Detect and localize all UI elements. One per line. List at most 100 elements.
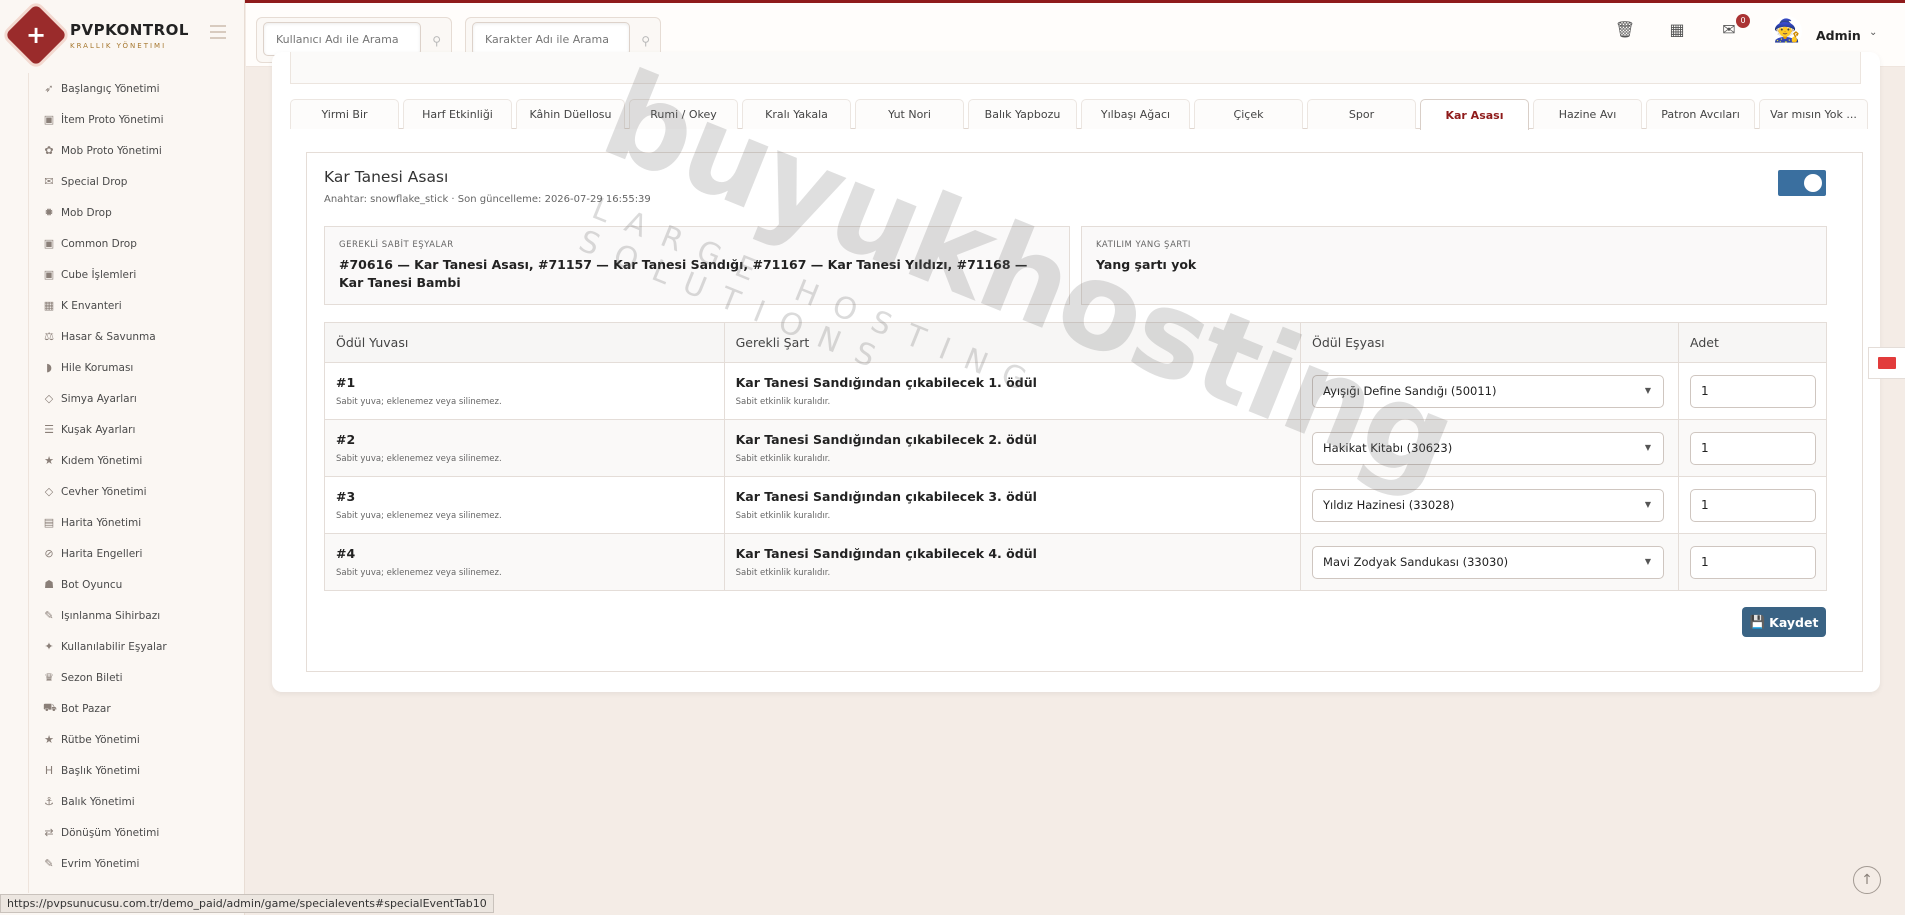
character-search-input[interactable] — [472, 22, 630, 56]
table-row: #4 Sabit yuva; eklenemez veya silinemez. K… — [324, 533, 1828, 591]
sidebar-item[interactable]: ♛ Sezon Bileti — [29, 662, 228, 693]
tab[interactable]: Hazine Avı — [1533, 99, 1642, 129]
sidebar-item[interactable]: ▦ K Envanteri — [29, 290, 228, 321]
sidebar-item[interactable]: ⇄ Dönüşüm Yönetimi — [29, 817, 228, 848]
avatar[interactable]: 🧙 — [1772, 16, 1802, 46]
sidebar-item[interactable]: H Başlık Yönetimi — [29, 755, 228, 786]
sidebar-item[interactable]: ✉ Special Drop — [29, 166, 228, 197]
sidebar-item[interactable]: ▤ Harita Yönetimi — [29, 507, 228, 538]
sidebar: + PVPKONTROL KRALLIK YÖNETIMI ➶ Başlangıç… — [0, 0, 245, 915]
star-icon: ★ — [44, 454, 54, 467]
sidebar-item-label: Harita Engelleri — [61, 547, 143, 560]
quantity-input[interactable] — [1689, 545, 1816, 579]
sidebar-item-label: Hile Koruması — [61, 361, 134, 374]
qty-cell — [1677, 533, 1828, 591]
admin-name[interactable]: Admin — [1816, 28, 1861, 43]
sidebar-item[interactable]: ▣ Common Drop — [29, 228, 228, 259]
sidebar-item[interactable]: ✦ Kullanılabilir Eşyalar — [29, 631, 228, 662]
status-bar-url: https://pvpsunucusu.com.tr/demo_paid/adm… — [0, 894, 494, 913]
chevron-down-icon: ▼ — [1644, 442, 1652, 452]
save-button[interactable]: 💾 Kaydet — [1742, 607, 1826, 637]
sidebar-item[interactable]: ⊘ Harita Engelleri — [29, 538, 228, 569]
sidebar-item[interactable]: ☰ Kuşak Ayarları — [29, 414, 228, 445]
mail-count-badge: 0 — [1736, 14, 1750, 28]
tab[interactable]: Yılbaşı Ağacı — [1081, 99, 1190, 129]
tab[interactable]: Harf Etkinliği — [403, 99, 512, 129]
reward-item-select[interactable]: Hakikat Kitabı (30623) ▼ — [1312, 431, 1665, 465]
trophy-icon: ♛ — [44, 671, 54, 684]
reward-item-value: Hakikat Kitabı (30623) — [1323, 441, 1453, 455]
sidebar-item[interactable]: ☗ Bot Oyuncu — [29, 569, 228, 600]
tab[interactable]: Yirmi Bir — [290, 99, 399, 129]
tab[interactable]: Kralı Yakala — [742, 99, 851, 129]
sidebar-item[interactable]: ▣ İtem Proto Yönetimi — [29, 104, 228, 135]
condition-note: Sabit etkinlik kuralıdır. — [735, 568, 831, 578]
sidebar-item-label: Special Drop — [61, 175, 128, 188]
sidebar-item[interactable]: ⚖ Hasar & Savunma — [29, 321, 228, 352]
sidebar-item[interactable]: ◗ Hile Koruması — [29, 352, 228, 383]
sidebar-item[interactable]: ⚓ Balık Yönetimi — [29, 786, 228, 817]
brand[interactable]: + PVPKONTROL KRALLIK YÖNETIMI — [0, 3, 245, 67]
sidebar-item-label: Simya Ayarları — [61, 392, 137, 405]
condition-cell: Kar Tanesi Sandığından çıkabilecek 2. öd… — [723, 419, 1302, 477]
tab[interactable]: Spor — [1307, 99, 1416, 129]
user-search-input[interactable] — [263, 22, 421, 56]
chevron-down-icon[interactable]: ⌄ — [1869, 27, 1877, 38]
tab[interactable]: Çiçek — [1194, 99, 1303, 129]
quantity-input[interactable] — [1689, 431, 1816, 465]
event-enabled-toggle[interactable] — [1778, 170, 1826, 196]
table-row: #1 Sabit yuva; eklenemez veya silinemez. K… — [324, 362, 1828, 420]
condition-cell: Kar Tanesi Sandığından çıkabilecek 4. öd… — [723, 533, 1302, 591]
reward-item-select[interactable]: Ayışığı Define Sandığı (50011) ▼ — [1312, 374, 1665, 408]
qty-cell — [1677, 476, 1828, 534]
tab[interactable]: Patron Avcıları — [1646, 99, 1755, 129]
sidebar-item-label: Kıdem Yönetimi — [61, 454, 143, 467]
tab[interactable]: Balık Yapbozu — [968, 99, 1077, 129]
sidebar-item[interactable]: ✎ Evrim Yönetimi — [29, 848, 228, 879]
tab[interactable]: Rumi / Okey — [629, 99, 738, 129]
cube-icon: ▣ — [43, 268, 55, 281]
robot-icon: ☗ — [44, 578, 54, 591]
sidebar-item[interactable]: ✎ Işınlanma Sihirbazı — [29, 600, 228, 631]
sidebar-item-label: Rütbe Yönetimi — [61, 733, 140, 746]
search-icon[interactable]: ⚲ — [641, 34, 650, 48]
slot-number: #3 — [336, 489, 356, 504]
search-icon[interactable]: ⚲ — [432, 34, 441, 48]
sidebar-item-label: Dönüşüm Yönetimi — [61, 826, 160, 839]
sidebar-item[interactable]: ➶ Başlangıç Yönetimi — [29, 73, 228, 104]
sidebar-item[interactable]: ✹ Mob Drop — [29, 197, 228, 228]
brand-name: PVPKONTROL — [70, 20, 189, 39]
tab[interactable]: Var mısın Yok ... — [1759, 99, 1868, 129]
yang-condition-label: KATILIM YANG ŞARTI — [1096, 240, 1191, 250]
reward-item-value: Yıldız Hazinesi (33028) — [1323, 498, 1455, 512]
menu-toggle-icon[interactable] — [210, 25, 226, 39]
tab[interactable]: Kar Asası — [1420, 99, 1529, 130]
col-header-qty: Adet — [1677, 322, 1828, 363]
chevron-down-icon: ▼ — [1644, 385, 1652, 395]
star-icon: ★ — [44, 733, 54, 746]
sidebar-item[interactable]: ◇ Simya Ayarları — [29, 383, 228, 414]
sidebar-item-label: Başlangıç Yönetimi — [61, 82, 160, 95]
sidebar-item[interactable]: ★ Rütbe Yönetimi — [29, 724, 228, 755]
sidebar-item[interactable]: ⛟ Bot Pazar — [29, 693, 228, 724]
box-icon: ▣ — [43, 237, 55, 250]
gem-icon: ◇ — [44, 392, 54, 405]
sidebar-item[interactable]: ▣ Cube İşlemleri — [29, 259, 228, 290]
trash-icon[interactable]: 🗑 — [1614, 20, 1636, 42]
language-flag-icon[interactable] — [1868, 347, 1905, 379]
sidebar-item[interactable]: ✿ Mob Proto Yönetimi — [29, 135, 228, 166]
scroll-to-top-icon[interactable]: ↑ — [1853, 866, 1881, 894]
slot-note: Sabit yuva; eklenemez veya silinemez. — [336, 397, 502, 407]
reward-item-select[interactable]: Mavi Zodyak Sandukası (33030) ▼ — [1312, 545, 1665, 579]
sidebar-item-label: Mob Proto Yönetimi — [61, 144, 162, 157]
sidebar-item[interactable]: ◇ Cevher Yönetimi — [29, 476, 228, 507]
yang-condition-value: Yang şartı yok — [1096, 257, 1197, 272]
reward-item-select[interactable]: Yıldız Hazinesi (33028) ▼ — [1312, 488, 1665, 522]
calendar-icon[interactable]: ▦ — [1666, 20, 1688, 42]
quantity-input[interactable] — [1689, 374, 1816, 408]
quantity-input[interactable] — [1689, 488, 1816, 522]
sidebar-item-label: Bot Pazar — [61, 702, 111, 715]
tab[interactable]: Kâhin Düellosu — [516, 99, 625, 129]
sidebar-item[interactable]: ★ Kıdem Yönetimi — [29, 445, 228, 476]
tab[interactable]: Yut Nori — [855, 99, 964, 129]
